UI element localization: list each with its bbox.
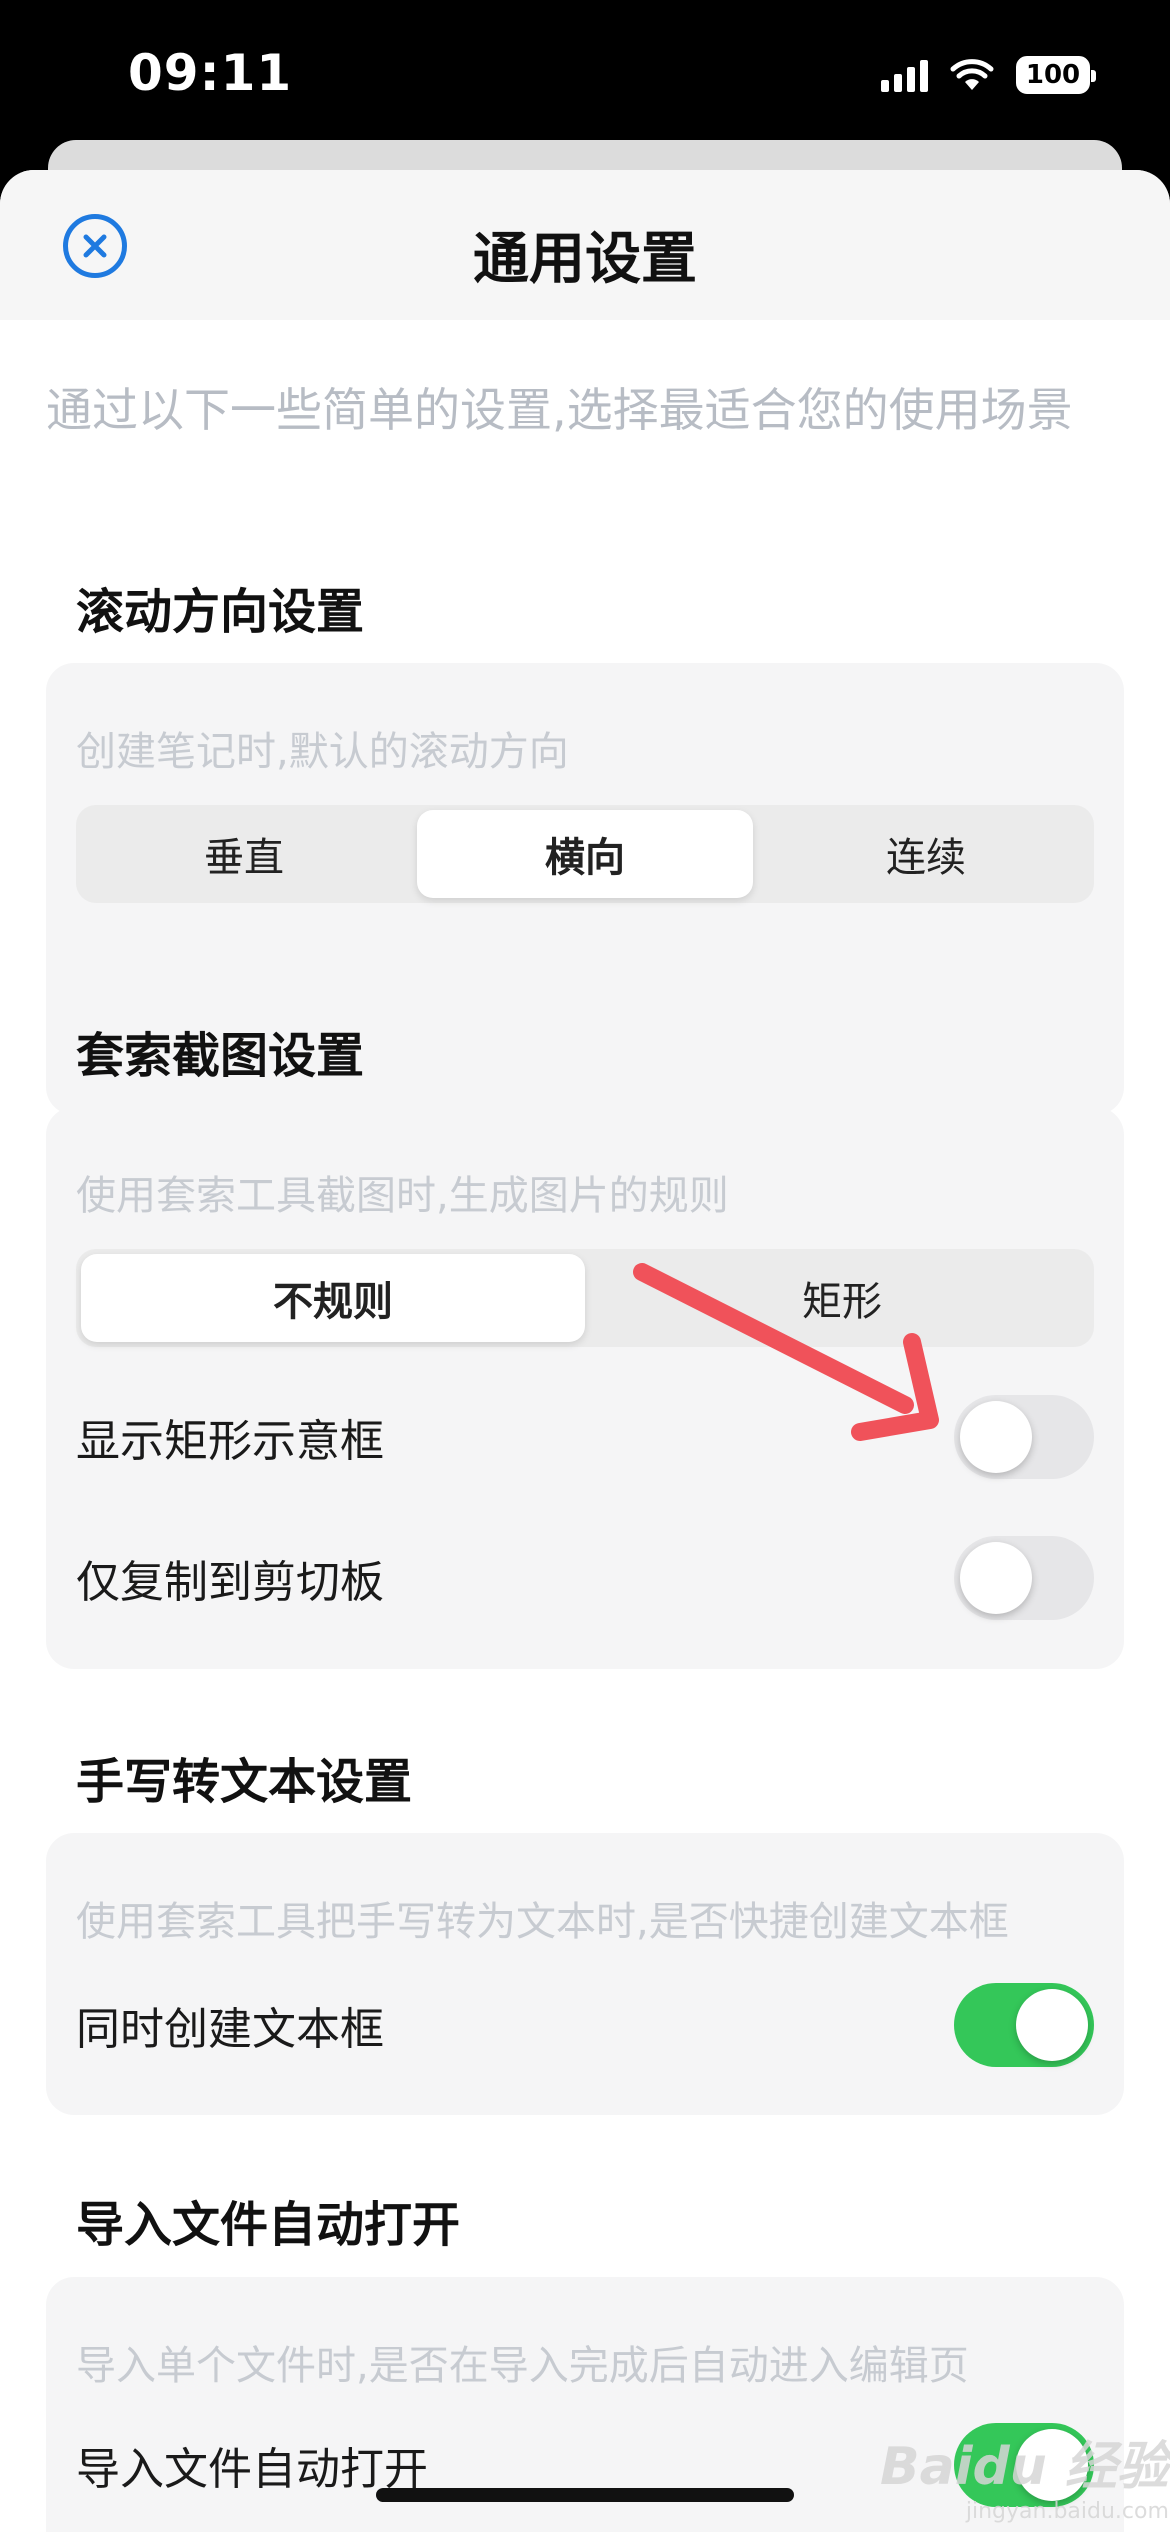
row-label: 显示矩形示意框 — [76, 1416, 384, 1467]
scroll-direction-segmented: 垂直 横向 连续 — [76, 805, 1094, 903]
segment-vertical[interactable]: 垂直 — [76, 805, 412, 903]
watermark: Baidu 经验 jingyan.baidu.com — [880, 2424, 1169, 2524]
section-title-handwriting: 手写转文本设置 — [76, 1754, 413, 1810]
section-title-scroll: 滚动方向设置 — [76, 584, 365, 640]
create-textbox-toggle[interactable] — [954, 1983, 1094, 2067]
lasso-shape-segmented: 不规则 矩形 — [76, 1249, 1094, 1347]
segment-irregular[interactable]: 不规则 — [81, 1254, 585, 1342]
row-show-rect-frame: 显示矩形示意框 — [76, 1391, 1094, 1483]
signal-icon — [881, 58, 928, 92]
show-rect-frame-toggle[interactable] — [954, 1395, 1094, 1479]
section-title-lasso: 套索截图设置 — [76, 1028, 365, 1084]
scroll-hint: 创建笔记时,默认的滚动方向 — [76, 729, 569, 775]
toggle-knob — [960, 1401, 1032, 1473]
nav-bar: 通用设置 — [0, 170, 1170, 320]
row-label: 仅复制到剪切板 — [76, 1557, 384, 1608]
page-title: 通用设置 — [473, 227, 697, 292]
toggle-knob — [1016, 1989, 1088, 2061]
section-title-import: 导入文件自动打开 — [76, 2197, 461, 2253]
handwriting-hint: 使用套索工具把手写转为文本时,是否快捷创建文本框 — [76, 1899, 1009, 1945]
wifi-icon — [950, 59, 994, 90]
copy-clipboard-toggle[interactable] — [954, 1536, 1094, 1620]
watermark-main: Baidu 经验 — [880, 2437, 1169, 2497]
intro-text: 通过以下一些简单的设置,选择最适合您的使用场景 — [46, 383, 1073, 437]
status-time: 09:11 — [128, 44, 293, 102]
row-create-textbox: 同时创建文本框 — [76, 1979, 1094, 2071]
status-bar: 09:11 100 — [0, 0, 1170, 150]
row-label: 同时创建文本框 — [76, 2004, 384, 2055]
card-lasso: 使用套索工具截图时,生成图片的规则 不规则 矩形 显示矩形示意框 仅复制到剪切板 — [46, 1107, 1124, 1669]
toggle-knob — [960, 1542, 1032, 1614]
row-copy-clipboard: 仅复制到剪切板 — [76, 1532, 1094, 1624]
battery-icon: 100 — [1016, 56, 1096, 94]
card-handwriting: 使用套索工具把手写转为文本时,是否快捷创建文本框 同时创建文本框 — [46, 1833, 1124, 2115]
import-hint: 导入单个文件时,是否在导入完成后自动进入编辑页 — [76, 2343, 969, 2389]
segment-horizontal[interactable]: 横向 — [417, 810, 753, 898]
settings-sheet: 通用设置 通过以下一些简单的设置,选择最适合您的使用场景 滚动方向设置 创建笔记… — [0, 170, 1170, 2532]
battery-level: 100 — [1025, 60, 1081, 90]
segment-continuous[interactable]: 连续 — [758, 805, 1094, 903]
segment-rectangle[interactable]: 矩形 — [590, 1249, 1094, 1347]
home-indicator[interactable] — [376, 2488, 794, 2502]
lasso-hint: 使用套索工具截图时,生成图片的规则 — [76, 1173, 729, 1219]
status-icons: 100 — [881, 56, 1096, 94]
row-label: 导入文件自动打开 — [76, 2444, 428, 2495]
watermark-sub: jingyan.baidu.com — [965, 2499, 1169, 2524]
